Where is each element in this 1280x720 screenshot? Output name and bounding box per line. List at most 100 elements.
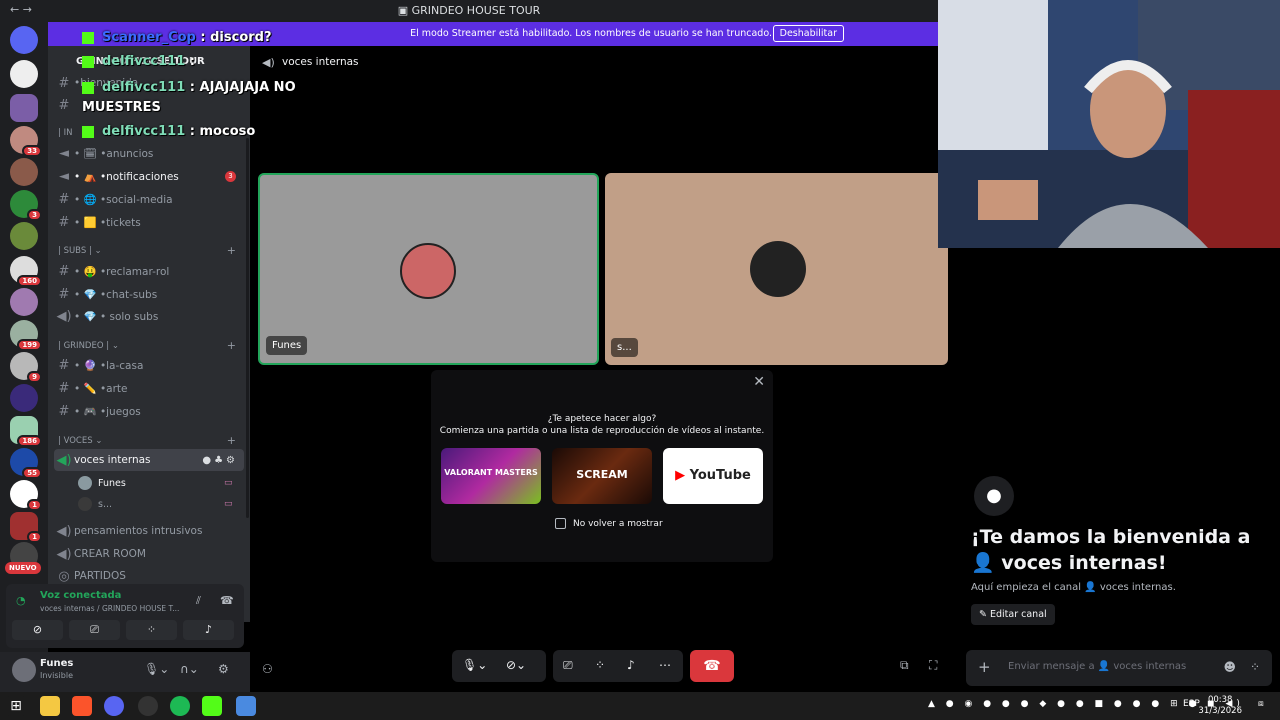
server-icon[interactable]: 55 [10, 448, 42, 479]
file-explorer-icon[interactable] [40, 696, 60, 716]
channel-label: • 🟨 •tickets [74, 216, 141, 229]
streamer-mode-message: El modo Streamer está habilitado. Los no… [410, 28, 772, 39]
channel-chat-subs[interactable]: # • 💎 •chat-subs [54, 283, 244, 305]
notification-icon[interactable]: ⧈ [1258, 699, 1264, 709]
soundboard-icon[interactable]: ♪ [627, 658, 635, 672]
server-icon[interactable] [10, 384, 38, 412]
server-icon[interactable]: 33 [10, 126, 42, 157]
server-icon[interactable]: 3 [10, 190, 42, 221]
server-icon[interactable]: 186 [10, 416, 42, 447]
disconnect-button[interactable]: ☎ [690, 650, 734, 682]
server-icon[interactable]: 160 [10, 256, 42, 287]
windows-start-icon[interactable]: ⊞ [6, 696, 26, 716]
channel-social-media[interactable]: # • 🌐 •social-media [54, 188, 244, 210]
add-channel-icon[interactable]: + [227, 339, 236, 352]
channel-juegos[interactable]: # • 🎮 •juegos [54, 400, 244, 422]
obs-icon[interactable] [138, 696, 158, 716]
clock-date: 31/3/2026 [1198, 706, 1242, 716]
dont-show-checkbox[interactable] [555, 518, 566, 529]
channel-solo-subs[interactable]: ◀) • 💎 • solo subs [54, 305, 244, 327]
screen-share-icon[interactable]: ⎚ [563, 658, 573, 673]
video-tile-funes[interactable]: Funes [258, 173, 599, 365]
app-icon[interactable] [236, 696, 256, 716]
voice-channel-pensamientos[interactable]: ◀) pensamientos intrusivos [54, 520, 244, 542]
microphone-icon[interactable]: 🎙⌄ [462, 658, 487, 672]
server-icon[interactable]: 1 [10, 480, 42, 511]
add-channel-icon[interactable]: + [227, 434, 236, 447]
channel-reclamar-rol[interactable]: # • 🤑 •reclamar-rol [54, 260, 244, 282]
voice-status[interactable]: Voz conectada [40, 590, 121, 601]
server-icon[interactable]: 199 [10, 320, 42, 351]
category-voces[interactable]: | VOCES ⌄ + [58, 434, 244, 450]
server-icon[interactable] [10, 288, 38, 316]
overlay-user: Scanner_Cop [102, 30, 196, 45]
add-channel-icon[interactable]: + [227, 244, 236, 257]
channel-anuncios[interactable]: ◄ • 🗓 •anuncios [54, 142, 244, 164]
camera-off-icon[interactable]: ⊘⌄ [506, 658, 526, 672]
clock[interactable]: 00:38 31/3/2026 [1198, 695, 1242, 717]
screen-share-button[interactable]: ⎚ [69, 620, 120, 640]
server-icon[interactable]: 1 [10, 512, 42, 543]
soundboard-button[interactable]: ♪ [183, 620, 234, 640]
camera-off-button[interactable]: ⊘ [12, 620, 63, 640]
category-grindeo[interactable]: | GRINDEO | ⌄ + [58, 339, 244, 355]
channel-action-icons[interactable]: ●♣⚙ [202, 455, 238, 466]
kick-icon[interactable] [202, 696, 222, 716]
voice-channel-crear-room[interactable]: ◀) CREAR ROOM [54, 543, 244, 565]
activity-youtube[interactable]: ▶ YouTube [663, 448, 763, 504]
language-indicator[interactable]: ESP [1183, 699, 1200, 709]
channel-la-casa[interactable]: # • 🔮 •la-casa [54, 354, 244, 376]
youtube-label: YouTube [689, 468, 751, 483]
channel-start-info: Aquí empieza el canal 👤 voces internas. [971, 582, 1176, 593]
mention-badge: 1 [27, 499, 42, 511]
sidebar-scrollbar[interactable] [246, 138, 249, 518]
emoji-icon[interactable]: ☻ [1223, 660, 1236, 674]
voice-member[interactable]: s... ▭ [78, 495, 233, 513]
voice-channel-voces-internas[interactable]: ◀) voces internas ●♣⚙ [54, 449, 244, 471]
disable-streamer-button[interactable]: Deshabilitar [772, 25, 844, 42]
discord-home-icon[interactable] [10, 26, 38, 54]
server-icon[interactable] [10, 222, 38, 250]
more-icon[interactable]: ⋯ [659, 658, 671, 672]
gear-icon[interactable]: ⚙ [218, 662, 229, 676]
activity-popup: ✕ ¿Te apetece hacer algo? Comienza una p… [431, 370, 773, 562]
category-subs[interactable]: | SUBS | ⌄ + [58, 244, 244, 260]
discord-taskbar-icon[interactable] [104, 696, 124, 716]
add-user-icon[interactable]: ⚇ [262, 662, 273, 676]
server-icon[interactable]: 9 [10, 352, 42, 383]
server-icon[interactable] [10, 94, 38, 122]
noise-suppression-icon[interactable]: ⫽ [196, 594, 201, 608]
disconnect-icon[interactable]: ☎ [220, 594, 234, 607]
channel-notificaciones[interactable]: ◄ • ⛺ •notificaciones 3 [54, 165, 244, 187]
channel-arte[interactable]: # • ✏️ •arte [54, 377, 244, 399]
server-icon[interactable] [10, 60, 38, 88]
server-icon: ▣ [397, 4, 412, 17]
user-panel: Funes Invisible 🎙⌄ ∩⌄ ⚙ ⚇ [0, 652, 273, 692]
activities-icon[interactable]: ⁘ [595, 658, 605, 672]
megaphone-icon: ◄ [59, 145, 69, 161]
attach-icon[interactable]: + [978, 658, 991, 676]
edit-channel-button[interactable]: ✎ Editar canal [971, 604, 1055, 625]
brave-browser-icon[interactable] [72, 696, 92, 716]
category-label: | VOCES [58, 436, 93, 446]
video-tile-s[interactable]: s... [605, 173, 948, 365]
server-icon[interactable] [10, 158, 38, 186]
channel-tickets[interactable]: # • 🟨 •tickets [54, 211, 244, 233]
headphones-icon[interactable]: ∩⌄ [180, 662, 199, 676]
live-icon: ▭ [224, 478, 233, 488]
activity-valorant[interactable]: VALORANT MASTERS [441, 448, 541, 504]
microphone-icon[interactable]: 🎙⌄ [144, 662, 169, 676]
message-input[interactable]: + Enviar mensaje a 👤 voces internas ☻ ⁘ [966, 650, 1272, 686]
user-name[interactable]: Funes [40, 658, 73, 669]
speaker-icon: ◀) [56, 523, 72, 539]
fullscreen-icon[interactable]: ⛶ [929, 658, 937, 673]
apps-icon[interactable]: ⁘ [1250, 660, 1260, 674]
activity-scream[interactable]: SCREAM [552, 448, 652, 504]
spotify-icon[interactable] [170, 696, 190, 716]
activities-button[interactable]: ⁘ [126, 620, 177, 640]
signal-icon: ◔ [16, 594, 26, 607]
avatar[interactable] [12, 658, 36, 682]
popout-icon[interactable]: ⧉ [900, 658, 909, 673]
close-icon[interactable]: ✕ [753, 374, 765, 390]
voice-member[interactable]: Funes ▭ [78, 474, 233, 492]
